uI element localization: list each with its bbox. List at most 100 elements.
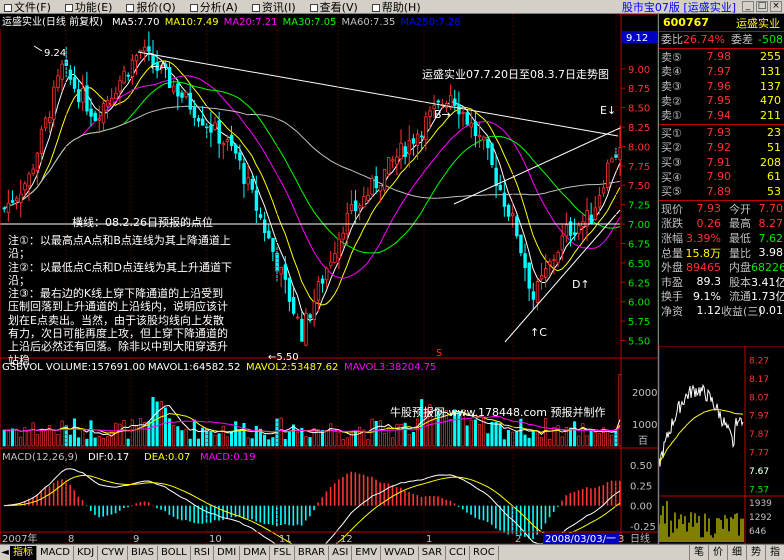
- mini-volume-label: 1939: [749, 499, 772, 509]
- tab-emv[interactable]: EMV: [352, 545, 382, 560]
- menu-function[interactable]: 功能(E): [64, 0, 112, 15]
- price-axis-label: 5.75: [628, 317, 650, 328]
- stat-row: 总量 15.8万 量比 3.98: [659, 245, 784, 260]
- price-axis-label: 5.50: [628, 336, 650, 347]
- candle-body: [465, 112, 469, 125]
- volume-bar: [593, 432, 597, 447]
- volume-bar: [35, 434, 39, 447]
- candle-body: [577, 225, 581, 234]
- tab-macd[interactable]: MACD: [37, 545, 74, 560]
- tab-rsi[interactable]: RSI: [191, 545, 214, 560]
- tabs-scroll-left-icon[interactable]: ◄: [0, 547, 10, 558]
- bid-label: 买③: [661, 156, 682, 170]
- quote-icon: [126, 3, 135, 12]
- candle-body: [81, 87, 85, 103]
- tab-cci[interactable]: CCI: [446, 545, 470, 560]
- menu-help[interactable]: 帮助(H): [371, 0, 421, 15]
- tab-kdj[interactable]: KDJ: [74, 545, 99, 560]
- stat-row: 换手 9.1% 流通 1.73亿: [659, 289, 784, 304]
- detail-tab[interactable]: 势: [746, 545, 765, 560]
- volume-bar: [560, 436, 564, 447]
- ask-price: 7.96: [706, 79, 732, 93]
- volume-bar: [72, 418, 77, 447]
- close-button[interactable]: ×: [770, 1, 782, 12]
- annotation-note: 注①：以最高点A点和B点连线为其上降通道上沿； 注②：以最低点C点和D点连线为其…: [8, 234, 233, 367]
- price-axis-label: 7.75: [628, 162, 650, 173]
- x-axis-label: 11: [279, 534, 292, 544]
- stat-key: 收益(三): [721, 304, 763, 318]
- candle-body: [573, 232, 577, 235]
- quote-panel: 600767 运盛实业 委比 26.74% 委差 -508 卖⑤ 7.98 255 卖…: [658, 14, 784, 346]
- detail-tab[interactable]: 细: [727, 545, 746, 560]
- detail-tab[interactable]: 笔: [689, 545, 708, 560]
- candle-body: [610, 158, 614, 163]
- stock-code: 600767: [663, 16, 709, 29]
- tab-cyw[interactable]: CYW: [98, 545, 129, 560]
- stat-row: 外盘 89465 内盘 68226: [659, 260, 784, 275]
- candle-body: [27, 173, 31, 187]
- weicha-value: -508: [758, 32, 783, 46]
- volume-bar: [283, 438, 287, 447]
- menu-file[interactable]: 文件(F): [4, 0, 51, 15]
- ask-label: 卖①: [661, 109, 682, 123]
- minimize-button[interactable]: _: [742, 1, 754, 12]
- tab-dma[interactable]: DMA: [240, 545, 271, 560]
- volume-bar: [180, 430, 184, 447]
- volume-bar: [304, 436, 308, 447]
- candle-body: [502, 192, 507, 207]
- tab-boll[interactable]: BOLL: [158, 545, 191, 560]
- tab-wvad[interactable]: WVAD: [381, 545, 419, 560]
- volume-bar: [242, 422, 246, 447]
- volume-bar: [105, 436, 110, 447]
- tab-asi[interactable]: ASI: [329, 545, 353, 560]
- mini-price-label: 7.97: [749, 412, 769, 422]
- volume-bar: [217, 433, 221, 447]
- candle-body: [2, 207, 6, 210]
- stat-key: 股本: [729, 275, 751, 289]
- ask-price: 7.97: [706, 64, 732, 78]
- candle-body: [494, 167, 498, 186]
- stat-value: 3.41亿: [751, 275, 784, 289]
- menu-analysis[interactable]: 分析(A): [189, 0, 238, 15]
- volume-bar: [250, 438, 254, 447]
- volume-bar: [345, 437, 349, 447]
- candle-body: [523, 253, 527, 268]
- tab-fsl[interactable]: FSL: [270, 545, 295, 560]
- x-axis-label: 8: [68, 534, 74, 544]
- stat-key: 今开: [729, 202, 751, 216]
- x-axis-label: 1: [426, 534, 432, 544]
- menu-quote[interactable]: 报价(Q): [126, 0, 176, 15]
- candle-body: [353, 200, 358, 212]
- info-icon: [251, 3, 260, 12]
- tab-roc[interactable]: ROC: [470, 545, 499, 560]
- weibi-row: 委比 26.74% 委差 -508: [661, 32, 783, 47]
- tab-bias[interactable]: BIAS: [128, 545, 159, 560]
- candle-body: [143, 46, 147, 52]
- ma-legend-4: MA60:7.35: [342, 17, 396, 28]
- candle-body: [262, 219, 267, 234]
- kline-chart-area[interactable]: 运盛实业(日线 前复权) MA5:7.70 MA10:7.49 MA20:7.21 MA…: [0, 14, 658, 544]
- tab-指标[interactable]: 指标: [10, 545, 37, 560]
- candle-body: [477, 134, 482, 138]
- stat-value: 89.3: [696, 275, 722, 289]
- volume-bar: [515, 430, 519, 447]
- candle-body: [101, 103, 106, 124]
- price-axis-label: 7.00: [628, 220, 650, 231]
- candle-body: [105, 99, 110, 107]
- candle-body: [267, 230, 271, 239]
- volume-bar: [10, 428, 15, 447]
- restore-button[interactable]: □: [756, 1, 768, 12]
- candle-body: [287, 277, 292, 302]
- tab-dmi[interactable]: DMI: [214, 545, 241, 560]
- volume-bar: [287, 431, 291, 447]
- menu-view[interactable]: 查看(V): [309, 0, 358, 15]
- tab-sar[interactable]: SAR: [419, 545, 447, 560]
- stat-key: 涨幅: [661, 232, 683, 246]
- tab-brar[interactable]: BRAR: [295, 545, 330, 560]
- detail-tab[interactable]: 指: [765, 545, 784, 560]
- stat-value: 9.1%: [693, 289, 721, 303]
- menu-info[interactable]: 资讯(I): [251, 0, 296, 15]
- intraday-mini-chart[interactable]: 8.27 8.17 8.07 7.97 7.87 7.77 7.67 7.57 7.67 1939…: [658, 345, 784, 545]
- detail-tab[interactable]: 价: [708, 545, 727, 560]
- volume-bar: [114, 422, 118, 447]
